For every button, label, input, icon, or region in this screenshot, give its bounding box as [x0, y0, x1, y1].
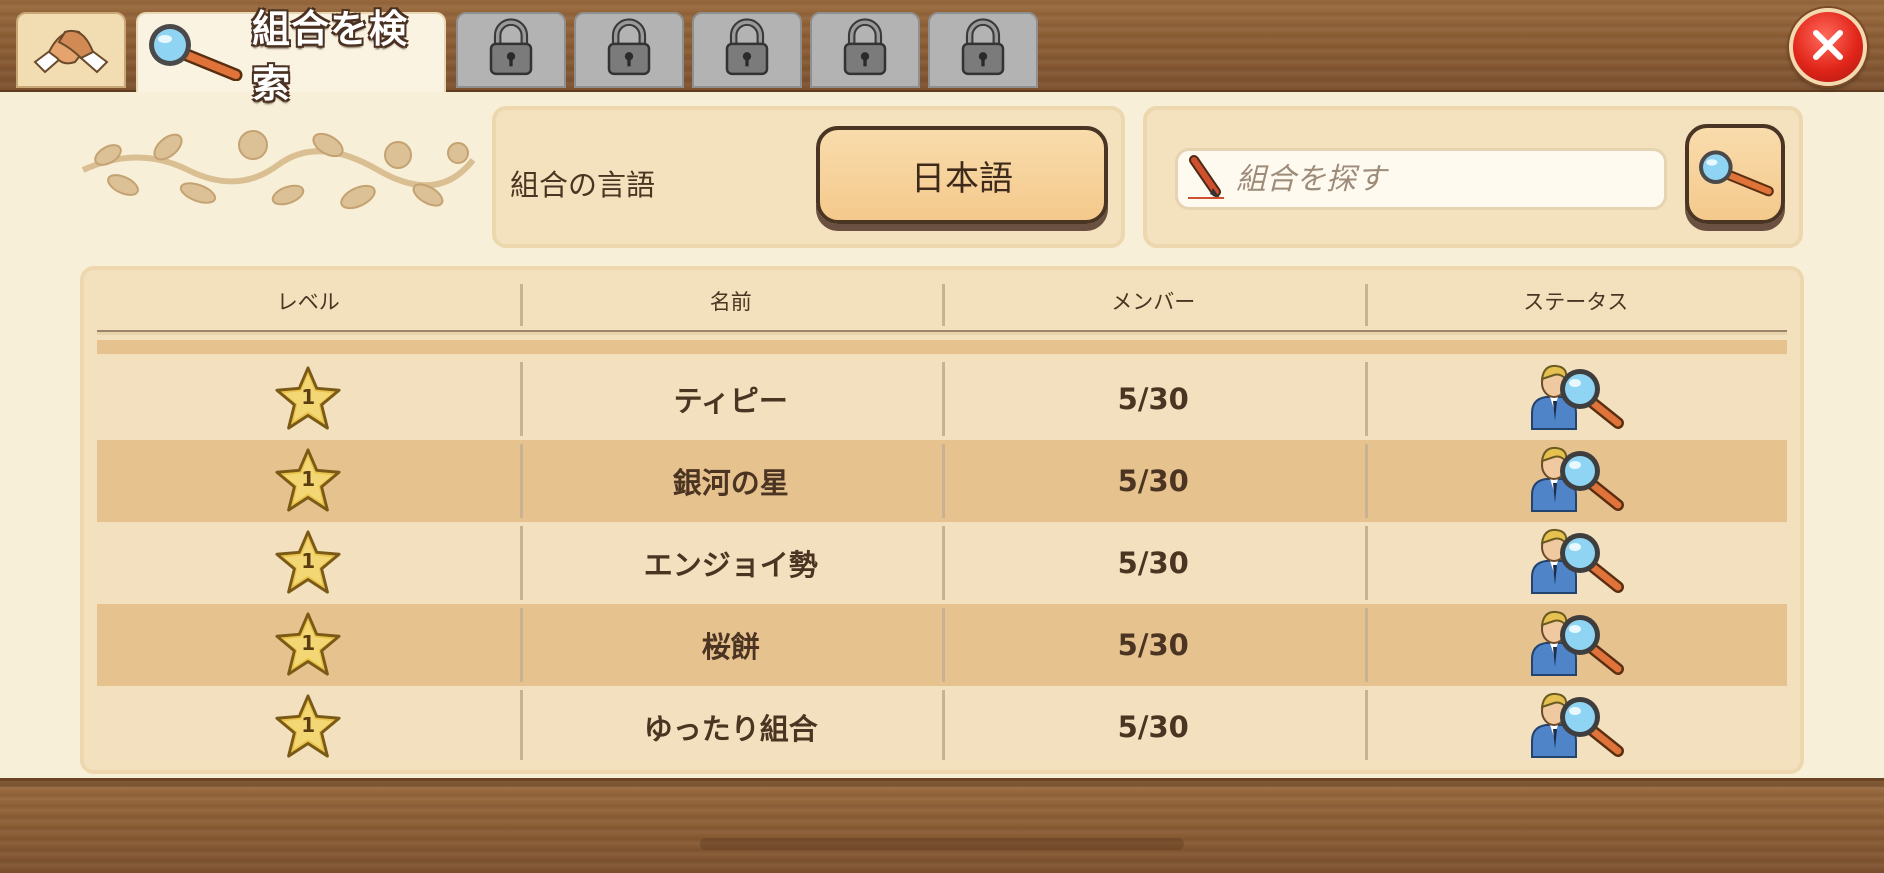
- level-value: 1: [301, 467, 316, 491]
- tab-guild-search-label: 組合を検索: [252, 7, 409, 106]
- status-cell: [1364, 358, 1788, 440]
- close-icon: [1808, 25, 1848, 69]
- table-row[interactable]: 1 桜餅 5/30: [97, 604, 1787, 686]
- member-count: 5/30: [942, 358, 1365, 440]
- table-header: レベル 名前 メンバー ステータス: [97, 280, 1787, 332]
- member-count: 5/30: [942, 686, 1365, 760]
- guild-name: 桜餅: [519, 604, 943, 686]
- header-members[interactable]: メンバー: [942, 280, 1365, 330]
- padlock-icon: [486, 18, 536, 82]
- guild-table: レベル 名前 メンバー ステータス 1 ティピー 5/30 1 銀河の星 5/3…: [80, 266, 1804, 774]
- star-icon: 1: [274, 529, 342, 597]
- padlock-icon: [722, 18, 772, 82]
- guild-name: 銀河の星: [519, 440, 943, 522]
- member-count: 5/30: [942, 440, 1365, 522]
- star-icon: 1: [274, 693, 342, 760]
- language-label: 組合の言語: [510, 168, 656, 202]
- search-panel: [1143, 106, 1803, 248]
- table-row[interactable]: 1 銀河の星 5/30: [97, 440, 1787, 522]
- status-cell: [1364, 686, 1788, 761]
- padlock-icon: [604, 18, 654, 82]
- table-row[interactable]: 1 ティピー 5/30: [97, 358, 1787, 440]
- level-cell: 1: [97, 604, 520, 686]
- user-search-icon[interactable]: [1526, 443, 1626, 520]
- search-input[interactable]: [1234, 160, 1658, 198]
- level-value: 1: [301, 631, 316, 655]
- status-cell: [1364, 522, 1788, 604]
- tab-guild-search[interactable]: 組合を検索: [136, 7, 446, 106]
- star-icon: 1: [274, 365, 342, 433]
- table-row[interactable]: 1 エンジョイ勢 5/30: [97, 522, 1787, 604]
- level-cell: 1: [97, 686, 520, 760]
- header-name[interactable]: 名前: [519, 280, 943, 330]
- tab-locked-5[interactable]: [928, 12, 1038, 88]
- star-icon: 1: [274, 611, 342, 679]
- close-button[interactable]: [1789, 8, 1867, 86]
- user-search-icon[interactable]: [1526, 689, 1626, 761]
- search-button[interactable]: [1685, 124, 1785, 224]
- level-cell: 1: [97, 522, 520, 604]
- language-select-button[interactable]: 日本語: [816, 126, 1108, 224]
- status-cell: [1364, 440, 1788, 522]
- status-cell: [1364, 604, 1788, 686]
- language-panel: 組合の言語 日本語: [492, 106, 1125, 248]
- user-search-icon[interactable]: [1526, 525, 1626, 602]
- tab-locked-3[interactable]: [692, 12, 802, 88]
- padlock-icon: [840, 18, 890, 82]
- table-row-partial[interactable]: [97, 340, 1787, 354]
- tab-locked-2[interactable]: [574, 12, 684, 88]
- level-value: 1: [301, 385, 316, 409]
- level-value: 1: [301, 713, 316, 737]
- floral-decoration: [78, 125, 478, 230]
- level-value: 1: [301, 549, 316, 573]
- bottom-wood-bar: [0, 778, 1884, 873]
- level-cell: 1: [97, 440, 520, 522]
- tab-locked-1[interactable]: [456, 12, 566, 88]
- magnifier-icon: [144, 21, 244, 85]
- star-icon: 1: [274, 447, 342, 515]
- user-search-icon[interactable]: [1526, 361, 1626, 438]
- guild-name: エンジョイ勢: [519, 522, 943, 604]
- table-scroll-area[interactable]: 1 ティピー 5/30 1 銀河の星 5/30 1 エンジョイ勢 5/30 1 …: [97, 340, 1787, 760]
- pencil-icon: [1186, 154, 1226, 204]
- header-status[interactable]: ステータス: [1364, 280, 1788, 330]
- scroll-handle[interactable]: [700, 838, 1184, 850]
- table-row[interactable]: 1 ゆったり組合 5/30: [97, 686, 1787, 760]
- guild-name: ゆったり組合: [519, 686, 943, 760]
- padlock-icon: [958, 18, 1008, 82]
- search-field[interactable]: [1175, 148, 1667, 210]
- member-count: 5/30: [942, 604, 1365, 686]
- handshake-icon: [31, 18, 111, 82]
- header-level[interactable]: レベル: [97, 280, 520, 330]
- guild-name: ティピー: [519, 358, 943, 440]
- tab-locked-4[interactable]: [810, 12, 920, 88]
- tab-guild-home[interactable]: [16, 12, 126, 88]
- magnifier-icon: [1695, 147, 1775, 201]
- level-cell: 1: [97, 358, 520, 440]
- member-count: 5/30: [942, 522, 1365, 604]
- user-search-icon[interactable]: [1526, 607, 1626, 684]
